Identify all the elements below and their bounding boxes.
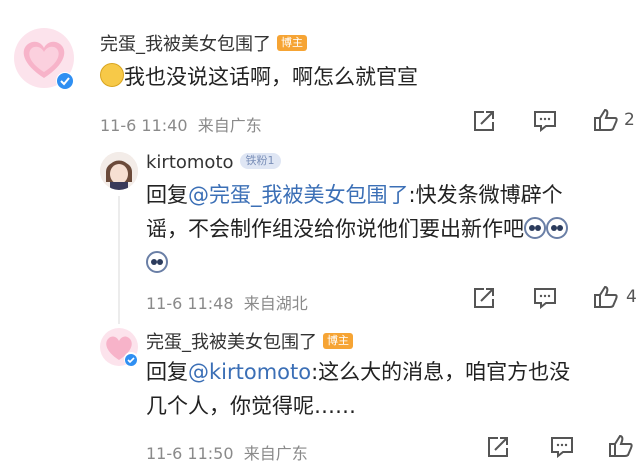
comment-meta: 11-6 11:50 来自广东	[146, 440, 308, 464]
comment-body: 谣，不会制作组没给你说他们要出新作吧	[146, 217, 524, 241]
comment-time: 11-6 11:50	[146, 444, 234, 463]
comment-body: 我也没说这话啊，啊怎么就官宣	[124, 65, 418, 89]
like-count: 2	[624, 110, 635, 130]
comment-username[interactable]: 完蛋_我被美女包围了 博主	[100, 30, 307, 56]
comment-text: 回复@完蛋_我被美女包围了:快发条微博辟个 谣，不会制作组没给你说他们要出新作吧	[146, 178, 636, 280]
thread-line	[118, 196, 120, 324]
share-icon[interactable]	[486, 436, 510, 458]
comment-text: 回复@kirtomoto:这么大的消息，咱官方也没 几个人，你觉得呢……	[146, 355, 636, 423]
comment-icon[interactable]	[533, 287, 557, 309]
panda-emoji-icon	[146, 251, 168, 273]
reply-prefix: 回复	[146, 183, 188, 207]
anime-avatar-icon	[100, 152, 138, 190]
owner-badge: 博主	[323, 333, 353, 349]
username[interactable]: 完蛋_我被美女包围了	[146, 332, 317, 353]
comment-meta: 11-6 11:48 来自湖北	[146, 290, 308, 314]
comment-time: 11-6 11:40	[100, 116, 188, 135]
panda-emoji-icon	[524, 217, 546, 239]
comment-location: 来自广东	[197, 116, 262, 135]
username[interactable]: 完蛋_我被美女包围了	[100, 34, 271, 55]
comment-body: :这么大的消息，咱官方也没	[311, 360, 571, 384]
panda-emoji-icon	[546, 217, 568, 239]
like-count: 4	[626, 287, 637, 307]
verified-icon	[56, 72, 74, 90]
mention-link[interactable]: @完蛋_我被美女包围了	[188, 183, 409, 207]
fan-badge: 铁粉1	[239, 153, 281, 169]
comment-time: 11-6 11:48	[146, 294, 234, 313]
comment-line: 回复@kirtomoto:这么大的消息，咱官方也没	[146, 355, 636, 389]
username[interactable]: kirtomoto	[146, 152, 234, 173]
reply-prefix: 回复	[146, 360, 188, 384]
comment-meta: 11-6 11:40 来自广东	[100, 112, 262, 136]
comment-line: 谣，不会制作组没给你说他们要出新作吧	[146, 212, 636, 246]
comment-location: 来自广东	[243, 444, 308, 463]
thinking-emoji-icon	[100, 63, 124, 87]
comment-icon[interactable]	[550, 436, 574, 458]
share-icon[interactable]	[472, 110, 496, 132]
comment-line	[146, 246, 636, 280]
comment-location: 来自湖北	[243, 294, 308, 313]
like-icon[interactable]	[593, 108, 619, 132]
comment-body: :快发条微博辟个	[408, 183, 563, 207]
comment-username[interactable]: 完蛋_我被美女包围了 博主	[146, 328, 353, 354]
comment-username[interactable]: kirtomoto 铁粉1	[146, 152, 281, 173]
share-icon[interactable]	[472, 287, 496, 309]
comment-line: 回复@完蛋_我被美女包围了:快发条微博辟个	[146, 178, 636, 212]
comment-body: 几个人，你觉得呢……	[146, 394, 356, 418]
like-icon[interactable]	[608, 434, 634, 458]
comment-line: 几个人，你觉得呢……	[146, 389, 636, 423]
mention-link[interactable]: @kirtomoto	[188, 360, 311, 384]
avatar[interactable]	[100, 152, 138, 190]
comment-icon[interactable]	[533, 110, 557, 132]
verified-icon	[124, 352, 138, 366]
comment-text: 我也没说这话啊，啊怎么就官宣	[100, 60, 418, 94]
owner-badge: 博主	[277, 35, 307, 51]
like-icon[interactable]	[593, 285, 619, 309]
